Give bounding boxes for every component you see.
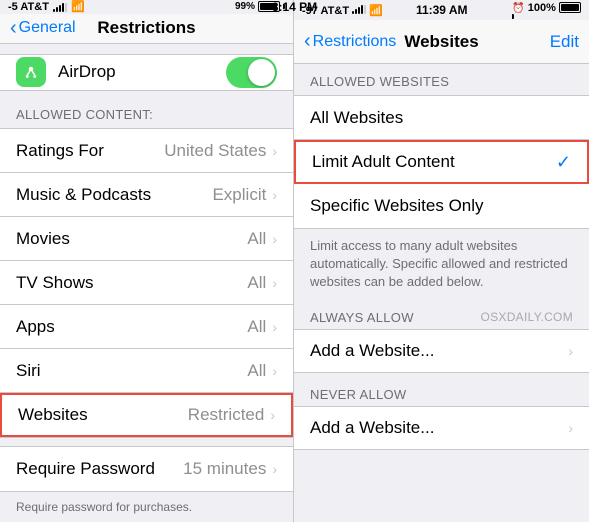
airdrop-section: AirDrop [0,54,293,91]
right-battery-percent: 100% [528,2,556,14]
back-button-right[interactable]: ‹ Restrictions [304,30,396,53]
tv-shows-value: All [247,273,266,293]
websites-item[interactable]: Websites Restricted › [0,393,293,437]
airdrop-toggle[interactable] [226,57,277,88]
specific-websites-label: Specific Websites Only [310,196,573,216]
all-websites-label: All Websites [310,108,573,128]
tv-shows-item[interactable]: TV Shows All › [0,261,293,305]
add-always-label: Add a Website... [310,341,568,361]
checkmark-icon: ✓ [556,152,571,173]
right-battery-tip [512,14,514,19]
right-battery-icon [559,2,581,13]
music-podcasts-item[interactable]: Music & Podcasts Explicit › [0,173,293,217]
left-carrier: -5 AT&T 📶 [8,0,85,13]
right-wifi-icon: 📶 [369,5,383,17]
always-allow-label: ALWAYS ALLOW [310,310,414,325]
siri-label: Siri [16,361,247,381]
airdrop-label: AirDrop [58,62,226,82]
all-websites-item[interactable]: All Websites [294,96,589,140]
require-password-note: Require password for purchases. [0,492,293,522]
left-panel: -5 AT&T 📶 3:14 PM 99% ‹ General Restrict… [0,0,294,522]
right-time: 11:39 AM [416,3,468,17]
siri-item[interactable]: Siri All › [0,349,293,393]
wifi-icon: 📶 [71,0,85,13]
chevron-right-icon-7: › [270,407,275,423]
back-button-left[interactable]: ‹ General [10,17,76,40]
require-password-label: Require Password [16,459,183,479]
chevron-right-icon-3: › [272,231,277,247]
require-password-list: Require Password 15 minutes › [0,446,293,492]
chevron-right-icon-5: › [272,319,277,335]
right-signal-bars [352,4,366,14]
apps-value: All [247,317,266,337]
left-battery: 99% [235,1,285,12]
add-never-item[interactable]: Add a Website... › [294,406,589,450]
tv-shows-label: TV Shows [16,273,247,293]
airdrop-svg [22,63,40,81]
carrier-text: -5 AT&T [8,1,49,13]
chevron-right-icon-4: › [272,275,277,291]
chevron-left-icon: ‹ [10,17,17,40]
chevron-right-icon-8: › [272,461,277,477]
allowed-websites-header: ALLOWED WEBSITES [294,64,589,95]
apps-item[interactable]: Apps All › [0,305,293,349]
back-label-left: General [19,19,76,37]
chevron-add-always: › [568,343,573,359]
ratings-for-label: Ratings For [16,141,164,161]
right-nav-bar: ‹ Restrictions Websites Edit [294,20,589,64]
chevron-right-icon-2: › [272,187,277,203]
require-password-item[interactable]: Require Password 15 minutes › [0,447,293,491]
limit-adult-description: Limit access to many adult websites auto… [294,229,589,304]
battery-percent-left: 99% [235,1,255,12]
websites-value: Restricted [188,405,265,425]
watermark-text: osxdaily.com [480,310,573,324]
right-panel: -97 AT&T 📶 11:39 AM ⏰ 100% ‹ Restriction… [294,0,589,522]
add-always-item[interactable]: Add a Website... › [294,329,589,373]
back-label-right: Restrictions [313,33,397,51]
right-nav-title: Websites [404,32,478,52]
chevron-right-icon-6: › [272,363,277,379]
right-status-bar: -97 AT&T 📶 11:39 AM ⏰ 100% [294,0,589,20]
movies-label: Movies [16,229,247,249]
chevron-right-icon: › [272,143,277,159]
battery-icon-left [258,1,280,12]
content-list: Ratings For United States › Music & Podc… [0,128,293,438]
require-password-section: Require Password 15 minutes › Require pa… [0,446,293,522]
ratings-for-value: United States [164,141,266,161]
websites-label: Websites [18,405,188,425]
battery-fill [260,3,277,10]
alarm-icon: ⏰ [512,3,524,14]
movies-item[interactable]: Movies All › [0,217,293,261]
specific-websites-item[interactable]: Specific Websites Only [294,184,589,228]
require-password-value: 15 minutes [183,459,266,479]
ratings-for-item[interactable]: Ratings For United States › [0,129,293,173]
right-battery: ⏰ 100% [512,2,581,19]
apps-label: Apps [16,317,247,337]
left-status-bar: -5 AT&T 📶 3:14 PM 99% [0,0,293,14]
edit-button[interactable]: Edit [550,32,579,52]
left-nav-bar: ‹ General Restrictions [0,14,293,44]
siri-value: All [247,361,266,381]
right-battery-fill [561,4,579,11]
allowed-content-header: ALLOWED CONTENT: [0,91,293,128]
website-options-list: All Websites Limit Adult Content ✓ Speci… [294,95,589,229]
movies-value: All [247,229,266,249]
airdrop-icon [16,57,46,87]
limit-adult-label: Limit Adult Content [312,152,556,172]
always-allow-header: ALWAYS ALLOW osxdaily.com [294,304,589,329]
chevron-left-icon-right: ‹ [304,30,311,53]
never-allow-header: NEVER ALLOW [294,381,589,406]
add-never-label: Add a Website... [310,418,568,438]
signal-bars [53,2,67,12]
left-nav-title: Restrictions [97,18,195,38]
never-allow-label: NEVER ALLOW [310,387,407,402]
chevron-add-never: › [568,420,573,436]
music-podcasts-value: Explicit [212,185,266,205]
music-podcasts-label: Music & Podcasts [16,185,212,205]
limit-adult-content-item[interactable]: Limit Adult Content ✓ [294,140,589,184]
